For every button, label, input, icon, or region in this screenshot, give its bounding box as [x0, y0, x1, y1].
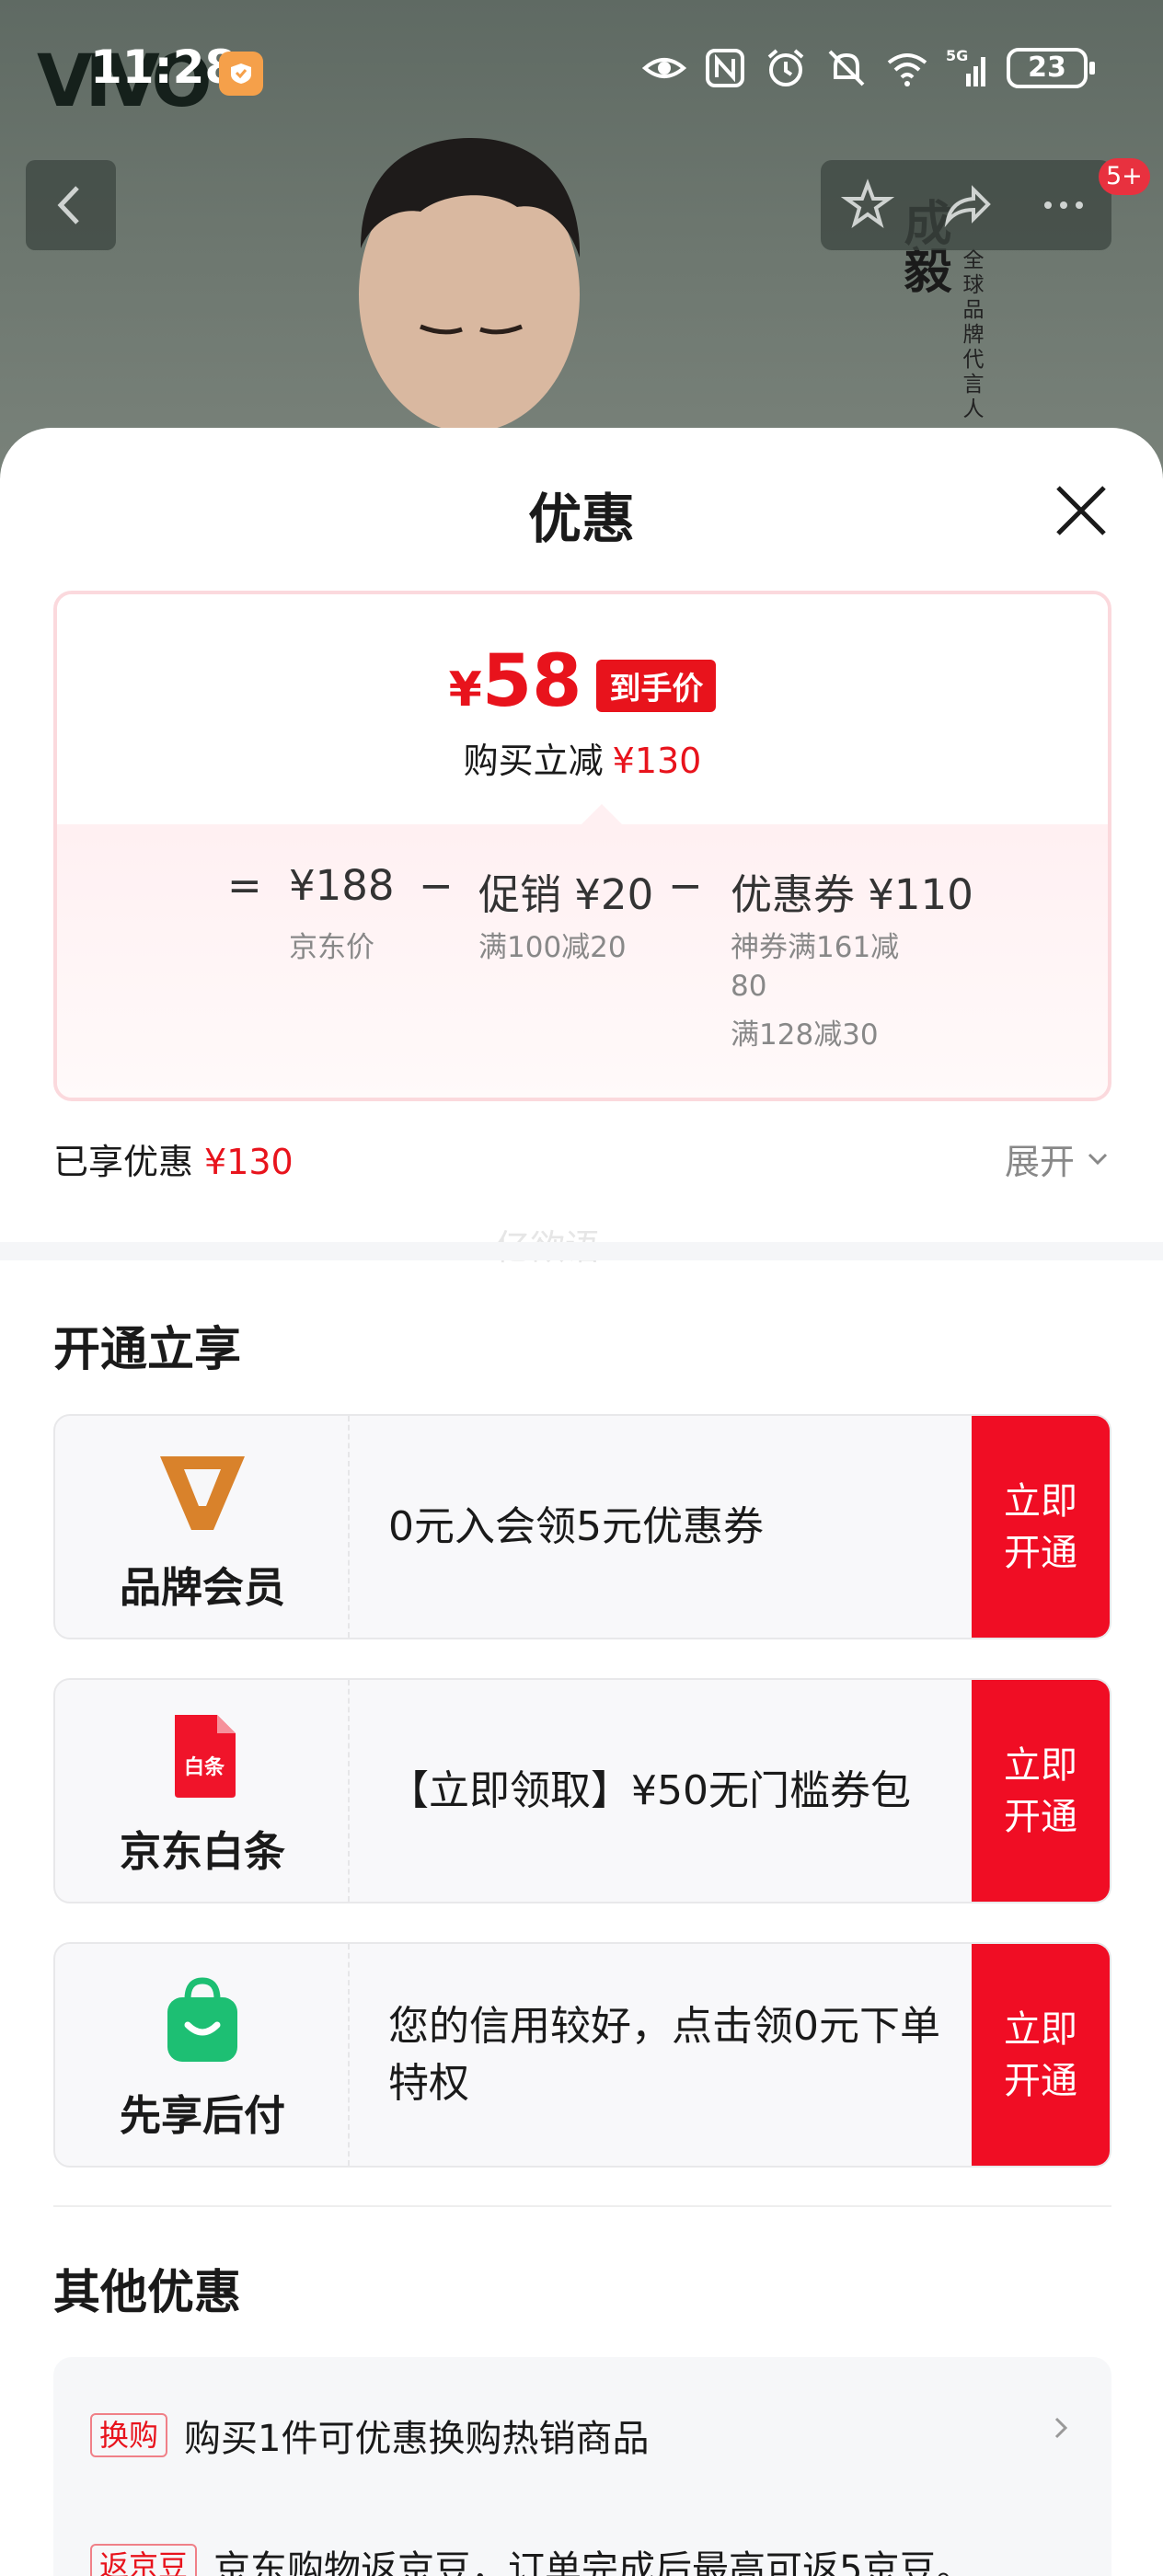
- nfc-icon: [706, 49, 744, 87]
- battery-icon: 23: [1007, 48, 1095, 88]
- signal-icon: 5G: [946, 47, 985, 86]
- back-button[interactable]: [26, 160, 116, 250]
- more-icon[interactable]: [1037, 178, 1090, 232]
- coupon-detail-1: 神券满161减: [731, 931, 900, 964]
- expand-button[interactable]: 展开: [1005, 1133, 1111, 1184]
- open-section-title: 开通立享: [53, 1323, 242, 1377]
- svg-text:5G: 5G: [946, 47, 968, 64]
- top-action-group: [821, 160, 1111, 250]
- offer-item-jingdou[interactable]: 返京豆 京东购物返京豆，订单完成后最高可返5京豆。: [90, 2539, 973, 2576]
- star-icon[interactable]: [841, 178, 894, 232]
- enjoyed-amount: ¥130: [204, 1142, 294, 1182]
- wifi-icon: [887, 53, 927, 86]
- alarm-icon: [767, 49, 804, 86]
- jd-price-label: 京东价: [289, 931, 374, 964]
- final-price-line: ¥58 到手价: [57, 640, 1108, 731]
- status-bar: 11:28 5G 23: [0, 0, 1163, 147]
- notification-badge: 5+: [1099, 158, 1150, 195]
- offer-tag: 换购: [90, 2413, 168, 2457]
- promo-amount: 促销 ¥20: [478, 870, 654, 919]
- status-time: 11:28: [90, 40, 237, 94]
- offer-item-trade-in[interactable]: 换购 购买1件可优惠换购热销商品: [90, 2409, 649, 2462]
- baitiao-name: 京东白条: [119, 1827, 285, 1876]
- sheet-title: 优惠: [527, 488, 635, 550]
- final-price: ¥58: [448, 640, 582, 723]
- brand-member-icon: [160, 1456, 245, 1530]
- pay-later-open-button[interactable]: 立即开通: [972, 1944, 1110, 2166]
- eye-icon: [642, 58, 686, 78]
- chevron-right-icon[interactable]: [1047, 2414, 1075, 2442]
- spokesperson-caption: 全球品牌代言人: [959, 248, 983, 422]
- coupon-amount: 优惠券 ¥110: [731, 870, 973, 919]
- price-calculation: = ¥188 京东价 − 促销 ¥20 满100减20 − 优惠券 ¥110 神…: [57, 804, 1108, 1098]
- offer-text: 京东购物返京豆，订单完成后最高可返5京豆。: [213, 2548, 973, 2576]
- jd-price: ¥188: [289, 861, 395, 910]
- share-icon[interactable]: [940, 178, 994, 232]
- pay-later-desc: 您的信用较好，点击领0元下单特权: [388, 2002, 940, 2107]
- minus-sign: −: [668, 861, 703, 910]
- back-icon: [57, 186, 79, 224]
- pay-later-icon: [167, 1977, 237, 2062]
- promo-detail: 满100减20: [478, 931, 627, 964]
- coupon-detail-2: 满128减30: [731, 1018, 879, 1052]
- baitiao-open-button[interactable]: 立即开通: [972, 1680, 1110, 1902]
- baitiao-desc: 【立即领取】¥50无门槛券包: [388, 1766, 911, 1814]
- chevron-down-icon: [1088, 1153, 1108, 1165]
- baitiao-card: 白条 京东白条 【立即领取】¥50无门槛券包 立即开通: [53, 1678, 1111, 1903]
- saving-line: 购买立减 ¥130: [463, 741, 702, 781]
- offer-tag: 返京豆: [90, 2544, 198, 2576]
- spokesperson-image: [359, 138, 581, 432]
- close-icon[interactable]: [1049, 478, 1113, 543]
- discount-sheet: 优惠 ¥58 到手价 购买立减 ¥130 = ¥188 京东价 − 促销 ¥20 …: [0, 428, 1163, 2576]
- equals-sign: =: [227, 861, 262, 910]
- offer-text: 购买1件可优惠换购热销商品: [184, 2418, 650, 2460]
- minus-sign: −: [419, 861, 454, 910]
- final-price-tag: 到手价: [596, 660, 717, 712]
- pay-later-card: 先享后付 您的信用较好，点击领0元下单特权 立即开通: [53, 1942, 1111, 2168]
- pay-later-name: 先享后付: [119, 2091, 285, 2140]
- section-divider: [0, 1242, 1163, 1260]
- enjoyed-discount: 已享优惠 ¥130: [53, 1142, 294, 1182]
- brand-member-desc: 0元入会领5元优惠券: [388, 1502, 764, 1550]
- saving-amount: ¥130: [612, 741, 702, 781]
- price-breakdown-card: ¥58 到手价 购买立减 ¥130 = ¥188 京东价 − 促销 ¥20 满10…: [53, 591, 1111, 1101]
- other-offers-list: 换购 购买1件可优惠换购热销商品 返京豆 京东购物返京豆，订单完成后最高可返5京…: [53, 2357, 1111, 2576]
- divider: [53, 2205, 1111, 2207]
- other-section-title: 其他优惠: [53, 2266, 242, 2320]
- brand-member-card: 品牌会员 0元入会领5元优惠券 立即开通: [53, 1414, 1111, 1639]
- baitiao-icon: 白条: [175, 1715, 236, 1798]
- svg-text:白条: 白条: [184, 1755, 225, 1779]
- mute-icon: [828, 50, 865, 86]
- brand-member-name: 品牌会员: [119, 1563, 285, 1612]
- app-notification-icon: [219, 52, 263, 96]
- brand-member-open-button[interactable]: 立即开通: [972, 1416, 1110, 1638]
- coupon-detail-1-cont: 80: [731, 970, 767, 1003]
